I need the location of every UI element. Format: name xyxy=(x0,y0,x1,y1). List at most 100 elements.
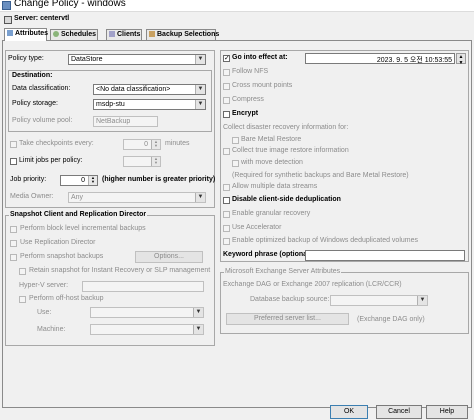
tab-backup-selections[interactable]: Backup Selections xyxy=(146,29,219,40)
schedules-icon xyxy=(53,31,59,37)
move-detection-label: with move detection xyxy=(241,159,303,166)
enable-granular-label: Enable granular recovery xyxy=(232,210,311,217)
collect-disaster-label: Collect disaster recovery information fo… xyxy=(223,124,349,131)
collect-true-image-label: Collect true image restore information xyxy=(232,147,349,154)
chevron-down-icon: ▼ xyxy=(193,325,203,334)
exchange-group-label: Microsoft Exchange Server Attributes xyxy=(224,268,342,275)
take-checkpoints-label: Take checkpoints every: xyxy=(19,140,94,147)
allow-multiple-label: Allow multiple data streams xyxy=(232,183,318,190)
server-label: Server: centervtl xyxy=(14,15,70,22)
chevron-down-icon: ▼ xyxy=(195,193,205,202)
cross-mount-label: Cross mount points xyxy=(232,82,293,89)
backup-selections-icon xyxy=(149,31,155,37)
job-priority-hint: (higher number is greater priority) xyxy=(102,176,216,183)
media-owner-label: Media Owner: xyxy=(10,193,54,200)
compress-checkbox[interactable] xyxy=(223,97,230,104)
media-owner-select[interactable]: Any ▼ xyxy=(68,192,206,203)
datetime-spinner[interactable]: ▲ ▼ xyxy=(456,53,466,66)
enable-optimized-label: Enable optimized backup of Windows dedup… xyxy=(232,237,418,244)
encrypt-label: Encrypt xyxy=(232,110,259,117)
keyword-label: Keyword phrase (optional): xyxy=(223,251,314,258)
database-backup-source-label: Database backup source: xyxy=(250,296,330,303)
perform-snapshot-checkbox[interactable] xyxy=(10,254,17,261)
attributes-icon xyxy=(7,30,13,36)
limit-jobs-spinner[interactable]: ▲ ▼ xyxy=(123,156,161,167)
ok-button[interactable]: OK xyxy=(330,405,368,419)
exchange-dag-label: Exchange DAG or Exchange 2007 replicatio… xyxy=(223,281,402,288)
enable-granular-checkbox[interactable] xyxy=(223,211,230,218)
job-priority-label: Job priority: xyxy=(10,176,47,183)
exchange-dag-only-label: (Exchange DAG only) xyxy=(357,316,425,323)
follow-nfs-label: Follow NFS xyxy=(232,68,269,75)
retain-snapshot-checkbox[interactable] xyxy=(19,268,26,275)
snapshot-group-label: Snapshot Client and Replication Director xyxy=(9,211,148,218)
tab-schedules[interactable]: Schedules xyxy=(50,29,98,40)
options-button[interactable]: Options... xyxy=(135,251,203,263)
help-button[interactable]: Help xyxy=(426,405,468,419)
spinner-arrows-icon: ▲ ▼ xyxy=(151,140,160,149)
chevron-down-icon: ▼ xyxy=(195,85,205,94)
perform-block-checkbox[interactable] xyxy=(10,226,17,233)
policy-volume-pool-select[interactable]: NetBackup xyxy=(93,116,158,127)
minutes-label: minutes xyxy=(165,140,190,147)
hyperv-label: Hyper-V server: xyxy=(19,282,69,289)
tab-clients[interactable]: Clients xyxy=(106,29,142,40)
cancel-button[interactable]: Cancel xyxy=(376,405,422,419)
use-label: Use: xyxy=(37,309,52,316)
use-accelerator-label: Use Accelerator xyxy=(232,224,282,231)
take-checkpoints-checkbox[interactable] xyxy=(10,141,17,148)
limit-jobs-checkbox[interactable] xyxy=(10,158,17,165)
checkpoints-spinner[interactable]: 0 ▲ ▼ xyxy=(123,139,161,150)
hyperv-server-field[interactable] xyxy=(82,281,204,292)
use-accelerator-checkbox[interactable] xyxy=(223,225,230,232)
use-replication-checkbox[interactable] xyxy=(10,240,17,247)
go-into-effect-label: Go into effect at: xyxy=(232,54,288,61)
offhost-label: Perform off-host backup xyxy=(29,295,104,302)
chevron-down-icon: ▼ xyxy=(193,308,203,317)
encrypt-checkbox[interactable] xyxy=(223,111,230,118)
move-detection-checkbox[interactable] xyxy=(232,160,239,167)
go-into-effect-datetime[interactable]: 2023. 9. 5 오전 10:53:55 xyxy=(305,53,455,64)
policy-storage-label: Policy storage: xyxy=(12,100,58,107)
policy-type-select[interactable]: DataStore ▼ xyxy=(68,54,206,65)
compress-label: Compress xyxy=(232,96,264,103)
allow-multiple-checkbox[interactable] xyxy=(223,184,230,191)
spinner-arrows-icon: ▲ ▼ xyxy=(88,176,97,185)
limit-jobs-label: Limit jobs per policy: xyxy=(19,157,83,164)
app-icon xyxy=(2,1,11,10)
preferred-server-button[interactable]: Preferred server list... xyxy=(226,313,349,325)
policy-storage-select[interactable]: msdp-stu ▼ xyxy=(93,99,206,110)
use-select[interactable]: ▼ xyxy=(90,307,204,318)
chevron-down-icon: ▼ xyxy=(417,296,427,305)
machine-select[interactable]: ▼ xyxy=(90,324,204,335)
disable-dedup-label: Disable client-side deduplication xyxy=(232,196,341,203)
spinner-arrows-icon: ▲ ▼ xyxy=(458,54,464,66)
machine-label: Machine: xyxy=(37,326,66,333)
cross-mount-checkbox[interactable] xyxy=(223,83,230,90)
go-into-effect-checkbox[interactable] xyxy=(223,55,230,62)
server-icon xyxy=(4,16,12,24)
tab-attributes[interactable]: Attributes xyxy=(4,28,48,41)
enable-optimized-checkbox[interactable] xyxy=(223,238,230,245)
chevron-down-icon: ▼ xyxy=(195,100,205,109)
offhost-checkbox[interactable] xyxy=(19,296,26,303)
synthetic-note: (Required for synthetic backups and Bare… xyxy=(232,172,409,179)
window-title: Change Policy - windows xyxy=(14,0,126,9)
clients-icon xyxy=(109,31,115,37)
database-backup-source-select[interactable]: ▼ xyxy=(330,295,428,306)
retain-snapshot-label: Retain snapshot for Instant Recovery or … xyxy=(29,267,211,274)
window-titlebar: Change Policy - windows xyxy=(0,0,474,12)
policy-type-label: Policy type: xyxy=(8,55,44,62)
perform-block-label: Perform block level incremental backups xyxy=(20,225,146,232)
data-classification-select[interactable]: <No data classification> ▼ xyxy=(93,84,206,95)
bare-metal-checkbox[interactable] xyxy=(232,137,239,144)
collect-true-image-checkbox[interactable] xyxy=(223,148,230,155)
spinner-arrows-icon: ▲ ▼ xyxy=(151,157,160,166)
perform-snapshot-label: Perform snapshot backups xyxy=(20,253,104,260)
keyword-input[interactable] xyxy=(305,250,465,261)
bare-metal-label: Bare Metal Restore xyxy=(241,136,302,143)
data-classification-label: Data classification: xyxy=(12,85,71,92)
disable-dedup-checkbox[interactable] xyxy=(223,197,230,204)
job-priority-spinner[interactable]: 0 ▲ ▼ xyxy=(60,175,98,186)
follow-nfs-checkbox[interactable] xyxy=(223,69,230,76)
